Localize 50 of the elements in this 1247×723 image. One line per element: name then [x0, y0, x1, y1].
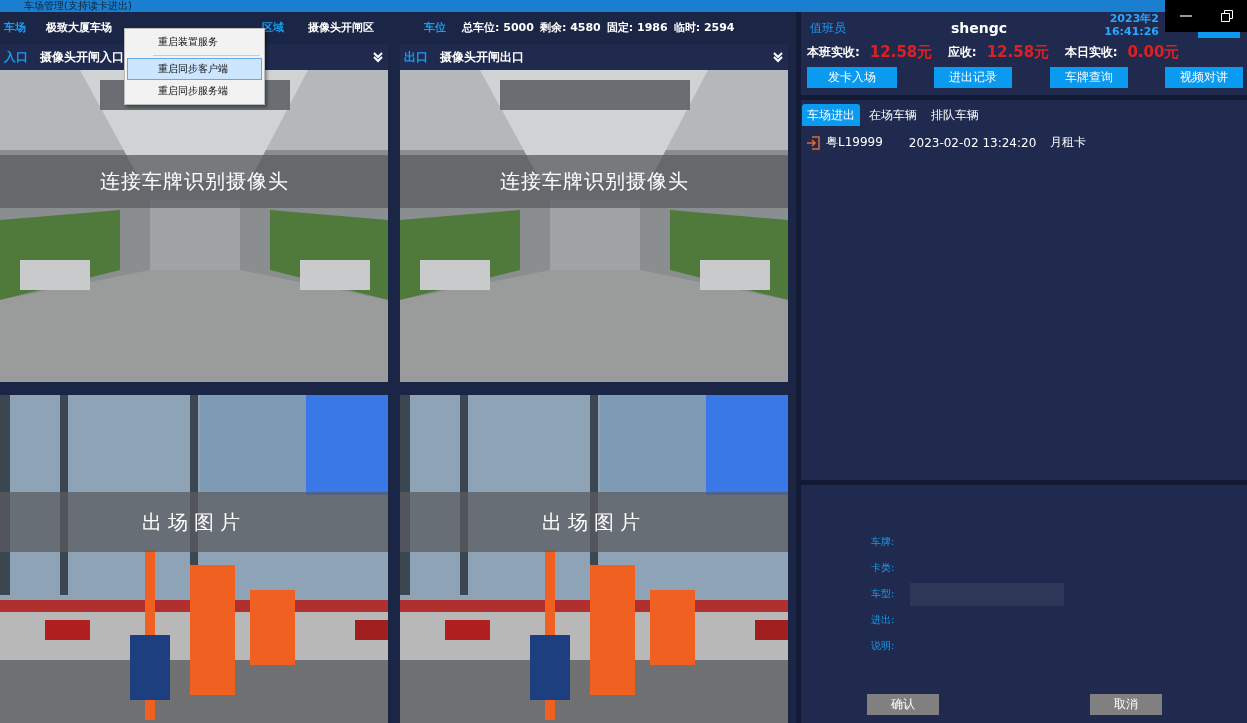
tab[interactable]: 车场进出: [802, 104, 860, 126]
direction-label: 出口: [404, 48, 428, 66]
camera-status: 连接车牌识别摄像头: [499, 168, 689, 195]
photo-caption: 出场图片: [142, 508, 246, 536]
restore-icon[interactable]: [1220, 10, 1233, 22]
lot-name: 极致大厦车场: [46, 19, 112, 35]
camera-name: 摄像头开闸出口: [440, 48, 524, 66]
time-text: 16:41:26: [1104, 25, 1159, 38]
space-stat: 总车位: 5000: [462, 19, 534, 35]
camera-status: 连接车牌识别摄像头: [99, 168, 289, 195]
income-value: 12.58元: [986, 43, 1051, 62]
action-button[interactable]: 发卡入场: [807, 67, 897, 88]
space-stat: 临时: 2594: [673, 19, 735, 35]
entry-icon: [806, 135, 820, 150]
record-time: 2023-02-02 13:24:20: [908, 135, 1037, 150]
income-value: 12.58元: [869, 43, 934, 62]
window-title: 车场管理(支持读卡进出): [24, 0, 132, 12]
field-label: 进出:: [871, 613, 896, 627]
operator-name: shengc: [951, 20, 1008, 36]
action-button[interactable]: 视频对讲: [1165, 67, 1243, 88]
collapse-icon[interactable]: [372, 51, 384, 63]
space-stat: 剩余: 4580: [539, 19, 601, 35]
income-label: 本日实收:: [1064, 44, 1118, 61]
camera-name: 摄像头开闸入口: [40, 48, 124, 66]
field-label: 车型:: [871, 587, 896, 601]
menu-item[interactable]: 重启同步客户端: [127, 58, 262, 80]
record-plate: 粤L19999: [826, 134, 883, 151]
income-label: 本班实收:: [807, 44, 860, 61]
tab[interactable]: 排队车辆: [926, 104, 984, 126]
field-label: 说明:: [871, 639, 896, 653]
lot-label: 车场: [4, 19, 26, 35]
action-button[interactable]: 进出记录: [934, 67, 1013, 88]
collapse-icon[interactable]: [772, 51, 784, 63]
space-stat: 固定: 1986: [606, 19, 668, 35]
income-label: 应收:: [947, 44, 977, 61]
form-button[interactable]: 确认: [867, 694, 939, 715]
action-button[interactable]: 车牌查询: [1049, 67, 1128, 88]
date-text: 2023年2: [1108, 12, 1159, 25]
field-label: 车牌:: [871, 535, 896, 549]
direction-label: 入口: [4, 48, 28, 66]
area-name: 摄像头开闸区: [308, 19, 374, 35]
field-label: 卡类:: [871, 561, 896, 575]
tab[interactable]: 在场车辆: [864, 104, 922, 126]
menu-item[interactable]: 重启装置服务: [127, 31, 262, 53]
income-value: 0.00元: [1127, 43, 1181, 62]
record-card-type: 月租卡: [1050, 134, 1087, 151]
photo-caption: 出场图片: [542, 508, 646, 536]
spaces-label: 车位: [424, 19, 446, 35]
operator-label: 值班员: [810, 19, 846, 37]
form-button[interactable]: 取消: [1090, 694, 1162, 715]
